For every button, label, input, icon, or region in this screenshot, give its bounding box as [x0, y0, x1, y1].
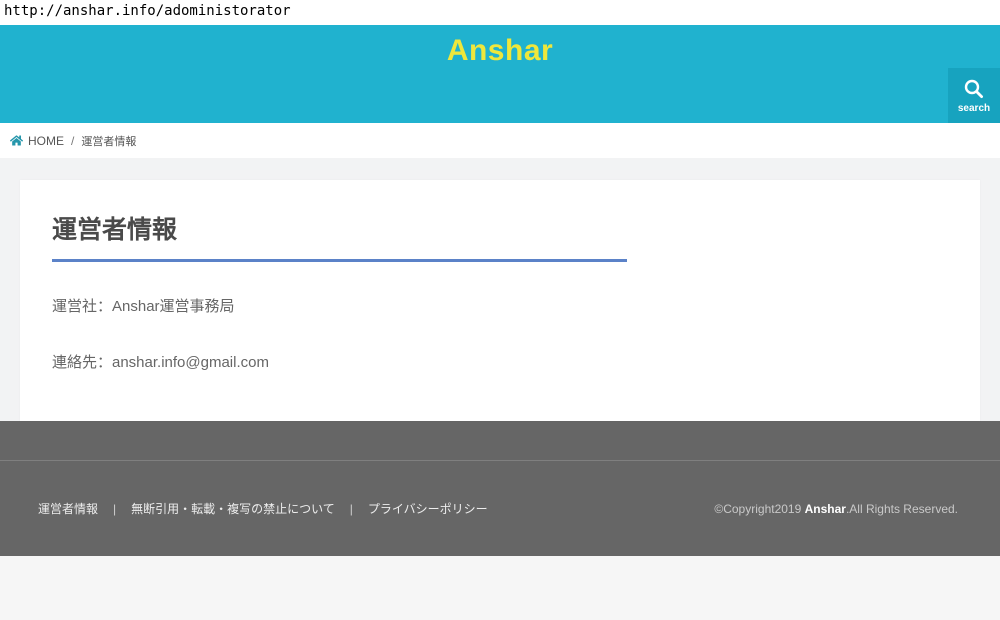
operator-line: 運営社：Anshar運営事務局 — [52, 295, 980, 316]
page-title: 運営者情報 — [52, 210, 627, 262]
footer-nav: 運営者情報 | 無断引用・転載・複写の禁止について | プライバシーポリシー — [38, 500, 488, 517]
breadcrumb-current-page: 運営者情報 — [81, 133, 136, 149]
site-logo[interactable]: Anshar — [0, 25, 1000, 68]
breadcrumb: HOME / 運営者情報 — [0, 123, 1000, 158]
search-button-label: search — [958, 103, 990, 114]
url-annotation: http://anshar.info/adoministorator — [0, 0, 1000, 25]
footer-link-separator: | — [350, 502, 353, 516]
footer-link-no-reproduction[interactable]: 無断引用・転載・複写の禁止について — [131, 500, 335, 517]
search-icon — [962, 77, 986, 101]
home-icon — [10, 134, 23, 147]
footer-link-separator: | — [113, 502, 116, 516]
search-button[interactable]: search — [948, 68, 1000, 123]
content-card: 運営者情報 運営社：Anshar運営事務局 連絡先：anshar.info@gm… — [20, 180, 980, 421]
below-page-area — [0, 556, 1000, 619]
copyright-prefix: ©Copyright2019 — [714, 502, 804, 516]
copyright-notice: ©Copyright2019 Anshar.All Rights Reserve… — [714, 502, 958, 516]
breadcrumb-home-link[interactable]: HOME — [28, 134, 64, 148]
page-background: 運営者情報 運営社：Anshar運営事務局 連絡先：anshar.info@gm… — [0, 158, 1000, 421]
footer-top-band — [0, 421, 1000, 461]
footer-link-operator-info[interactable]: 運営者情報 — [38, 500, 98, 517]
copyright-suffix: .All Rights Reserved. — [846, 502, 958, 516]
site-header: Anshar search — [0, 25, 1000, 123]
copyright-brand: Anshar — [805, 502, 846, 516]
breadcrumb-separator: / — [71, 134, 74, 148]
site-footer: 運営者情報 | 無断引用・転載・複写の禁止について | プライバシーポリシー ©… — [0, 421, 1000, 556]
footer-main: 運営者情報 | 無断引用・転載・複写の禁止について | プライバシーポリシー ©… — [0, 461, 1000, 556]
contact-line: 連絡先：anshar.info@gmail.com — [52, 351, 980, 372]
footer-link-privacy-policy[interactable]: プライバシーポリシー — [368, 500, 488, 517]
